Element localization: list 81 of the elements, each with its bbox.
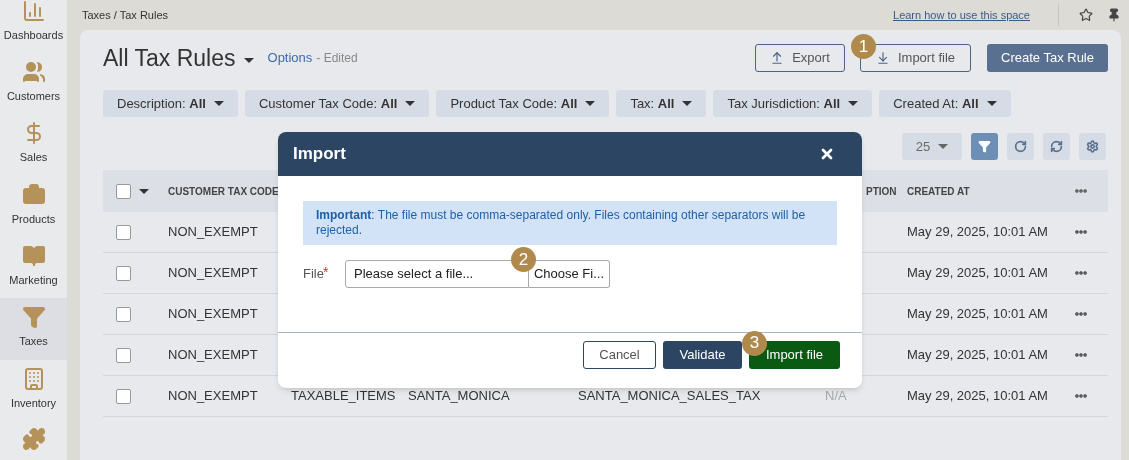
sidebar-item[interactable]: Marketing: [0, 237, 67, 299]
help-link[interactable]: Learn how to use this space: [893, 6, 1030, 24]
filter-dropdown[interactable]: Created At: All: [879, 90, 1011, 117]
table-cell: NON_EXEMPT: [168, 306, 258, 322]
table-cell: NON_EXEMPT: [168, 224, 258, 240]
page-title: All Tax Rules: [103, 43, 236, 73]
required-mark: *: [323, 262, 330, 282]
caret-icon: [986, 101, 997, 106]
book-icon: [21, 244, 46, 268]
reload-button[interactable]: [1007, 133, 1034, 160]
dialog-title: Import: [293, 143, 346, 166]
sidebar-item[interactable]: Taxes: [0, 298, 67, 360]
table-cell: May 29, 2025, 10:01 AM: [907, 347, 1048, 363]
download-icon: [875, 51, 890, 65]
filter-dropdown[interactable]: Customer Tax Code: All: [244, 90, 430, 117]
step-badge: 1: [851, 34, 876, 59]
reload-icon: [1014, 140, 1027, 153]
funnel-icon: [21, 305, 46, 330]
notice-text: Important: The file must be comma-separated only. Files containing other separators will be rejected.: [316, 208, 807, 238]
briefcase-icon: [21, 182, 46, 207]
filter-toggle-button[interactable]: [971, 133, 998, 160]
edited-label: - Edited: [316, 50, 358, 67]
create-tax-rule-button[interactable]: Create Tax Rule: [987, 44, 1108, 72]
caret-icon: [682, 101, 693, 106]
row-checkbox[interactable]: [116, 306, 131, 322]
filter-dropdown[interactable]: Product Tax Code: All: [436, 90, 610, 117]
filter-dropdown[interactable]: Tax: All: [616, 90, 707, 117]
table-cell: May 29, 2025, 10:01 AM: [907, 306, 1048, 322]
caret-icon: [139, 188, 149, 194]
sidebar-item[interactable]: Sales: [0, 114, 67, 176]
table-cell: May 29, 2025, 10:01 AM: [907, 265, 1048, 281]
caret-icon: [938, 144, 949, 149]
export-button[interactable]: Export: [755, 44, 845, 72]
pin-icon[interactable]: [1107, 8, 1121, 22]
settings-button[interactable]: [1079, 133, 1106, 160]
table-cell: NON_EXEMPT: [168, 347, 258, 363]
row-checkbox[interactable]: [116, 224, 131, 240]
caret-icon: [405, 101, 416, 106]
table-cell: NON_EXEMPT: [168, 265, 258, 281]
table-cell: May 29, 2025, 10:01 AM: [907, 224, 1048, 240]
cancel-button[interactable]: Cancel: [583, 340, 656, 369]
caret-icon: [585, 101, 596, 106]
table-cell: SANTA_MONICA: [408, 388, 510, 404]
file-label: File: [303, 265, 323, 284]
people-icon: [21, 60, 46, 85]
sidebar-item[interactable]: Inventory: [0, 359, 67, 422]
settings-icon: [1086, 140, 1099, 153]
table-cell: SANTA_MONICA_SALES_TAX: [578, 388, 761, 404]
puzzle-icon: [21, 427, 46, 452]
column-header: CUSTOMER TAX CODE: [168, 185, 279, 197]
row-checkbox[interactable]: [116, 388, 131, 404]
column-header: PTION: [866, 185, 897, 197]
row-checkbox[interactable]: [116, 265, 131, 281]
breadcrumb: Taxes / Tax Rules: [82, 7, 168, 23]
sync-button[interactable]: [1043, 133, 1070, 160]
step-badge: 3: [742, 330, 767, 356]
sidebar-item[interactable]: Dashboards: [0, 0, 67, 54]
filter-dropdown[interactable]: Description: All: [103, 90, 238, 117]
table-cell: TAXABLE_ITEMS: [291, 388, 396, 404]
caret-icon: [848, 101, 859, 106]
row-checkbox[interactable]: [116, 347, 131, 363]
sidebar-item[interactable]: Customers: [0, 53, 67, 115]
validate-button[interactable]: Validate: [663, 340, 742, 369]
table-cell: N/A: [825, 388, 847, 404]
table-cell: May 29, 2025, 10:01 AM: [907, 388, 1048, 404]
step-badge: 2: [511, 247, 536, 272]
funnel-icon: [978, 140, 991, 153]
caret-icon: [213, 101, 224, 106]
caret-icon: [243, 58, 254, 63]
column-header: CREATED AT: [907, 185, 970, 197]
filter-dropdown[interactable]: Tax Jurisdiction: All: [713, 90, 873, 117]
sidebar-item[interactable]: Products: [0, 175, 67, 238]
page-size-select[interactable]: 25: [902, 133, 962, 160]
select-all-checkbox[interactable]: [116, 183, 131, 199]
star-icon[interactable]: [1079, 8, 1093, 22]
table-cell: NON_EXEMPT: [168, 388, 258, 404]
bar-chart-icon: [21, 0, 46, 23]
close-icon[interactable]: [819, 146, 835, 162]
upload-icon: [770, 51, 785, 65]
options-link[interactable]: Options: [267, 48, 313, 68]
sync-icon: [1050, 140, 1063, 153]
